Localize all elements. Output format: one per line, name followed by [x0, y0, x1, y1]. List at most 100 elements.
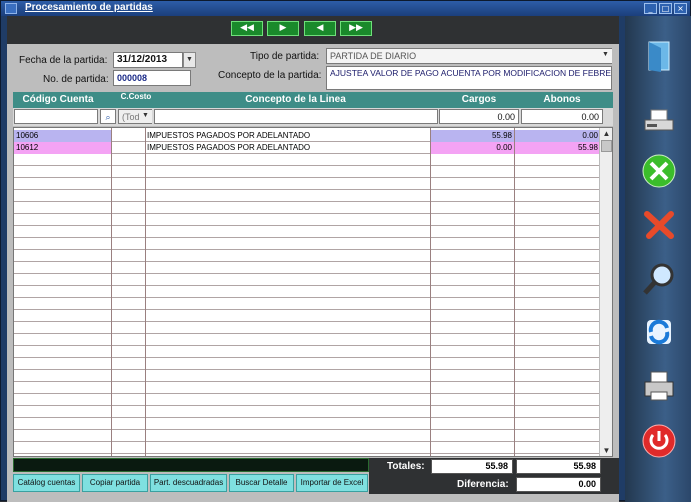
cell-abonos[interactable] [514, 418, 600, 430]
cell-costo[interactable] [111, 418, 145, 430]
cell-codigo[interactable] [14, 370, 111, 382]
cell-cargos[interactable]: 0.00 [430, 142, 514, 154]
cell-codigo[interactable] [14, 226, 111, 238]
cell-cargos[interactable] [430, 274, 514, 286]
printer-icon[interactable] [641, 368, 677, 404]
cell-abonos[interactable] [514, 382, 600, 394]
fecha-field[interactable]: 31/12/2013 [113, 52, 183, 68]
cell-abonos[interactable]: 55.98 [514, 142, 600, 154]
cell-cargos[interactable] [430, 226, 514, 238]
refresh-icon[interactable] [641, 314, 677, 350]
cell-concepto[interactable] [145, 166, 430, 178]
cell-abonos[interactable] [514, 178, 600, 190]
cell-concepto[interactable] [145, 286, 430, 298]
cell-costo[interactable] [111, 370, 145, 382]
cell-codigo[interactable] [14, 166, 111, 178]
cell-costo[interactable] [111, 358, 145, 370]
cell-cargos[interactable] [430, 382, 514, 394]
cell-costo[interactable] [111, 166, 145, 178]
power-icon[interactable] [641, 423, 677, 459]
cell-abonos[interactable] [514, 346, 600, 358]
cell-abonos[interactable] [514, 250, 600, 262]
table-row[interactable] [14, 238, 600, 250]
cell-abonos[interactable] [514, 190, 600, 202]
cell-costo[interactable] [111, 322, 145, 334]
cell-cargos[interactable] [430, 370, 514, 382]
cell-abonos[interactable] [514, 262, 600, 274]
table-row[interactable] [14, 226, 600, 238]
cell-codigo[interactable] [14, 262, 111, 274]
filter-costo-dropdown-icon[interactable]: ▼ [139, 110, 152, 123]
cell-costo[interactable] [111, 286, 145, 298]
cell-costo[interactable] [111, 382, 145, 394]
cell-cargos[interactable] [430, 430, 514, 442]
tipo-select[interactable]: PARTIDA DE DIARIO [326, 48, 612, 64]
delete-icon[interactable] [641, 206, 677, 242]
lines-grid[interactable]: 10606 IMPUESTOS PAGADOS POR ADELANTADO 55.… [13, 127, 613, 457]
filter-codigo-input[interactable] [14, 109, 98, 124]
cell-concepto[interactable] [145, 214, 430, 226]
cell-concepto[interactable]: IMPUESTOS PAGADOS POR ADELANTADO [145, 142, 430, 154]
grid-scrollbar[interactable]: ▲ ▼ [599, 128, 612, 456]
cell-cargos[interactable] [430, 190, 514, 202]
no-partida-field[interactable]: 000008 [113, 70, 191, 86]
cell-concepto[interactable] [145, 358, 430, 370]
nav-last-button[interactable]: ▶▶ [340, 21, 372, 36]
cell-codigo[interactable] [14, 202, 111, 214]
minimize-button[interactable]: _ [644, 3, 657, 14]
cell-concepto[interactable] [145, 310, 430, 322]
cell-codigo[interactable] [14, 154, 111, 166]
cell-cargos[interactable] [430, 178, 514, 190]
cell-concepto[interactable]: IMPUESTOS PAGADOS POR ADELANTADO [145, 130, 430, 142]
cell-abonos[interactable] [514, 286, 600, 298]
table-row[interactable] [14, 310, 600, 322]
nav-first-button[interactable]: ◀◀ [231, 21, 263, 36]
cell-abonos[interactable] [514, 430, 600, 442]
cell-codigo[interactable] [14, 394, 111, 406]
cell-codigo[interactable] [14, 190, 111, 202]
cell-codigo[interactable]: 10612 [14, 142, 111, 154]
cell-concepto[interactable] [145, 274, 430, 286]
cell-abonos[interactable] [514, 358, 600, 370]
cell-codigo[interactable]: 10606 [14, 130, 111, 142]
cell-costo[interactable] [111, 190, 145, 202]
cell-codigo[interactable] [14, 322, 111, 334]
cell-cargos[interactable] [430, 418, 514, 430]
cell-codigo[interactable] [14, 442, 111, 454]
cell-codigo[interactable] [14, 310, 111, 322]
copiar-partida-button[interactable]: Copiar partida [82, 474, 148, 492]
table-row[interactable] [14, 394, 600, 406]
cell-codigo[interactable] [14, 418, 111, 430]
table-row[interactable] [14, 274, 600, 286]
cell-abonos[interactable]: 0.00 [514, 130, 600, 142]
cell-costo[interactable] [111, 346, 145, 358]
table-row[interactable] [14, 286, 600, 298]
cell-costo[interactable] [111, 430, 145, 442]
cell-concepto[interactable] [145, 298, 430, 310]
cell-costo[interactable] [111, 274, 145, 286]
cell-abonos[interactable] [514, 298, 600, 310]
cell-abonos[interactable] [514, 202, 600, 214]
cell-abonos[interactable] [514, 214, 600, 226]
cell-concepto[interactable] [145, 334, 430, 346]
table-row[interactable] [14, 418, 600, 430]
cell-codigo[interactable] [14, 250, 111, 262]
cell-abonos[interactable] [514, 322, 600, 334]
cell-costo[interactable] [111, 298, 145, 310]
cell-cargos[interactable] [430, 250, 514, 262]
cell-costo[interactable] [111, 442, 145, 454]
cell-abonos[interactable] [514, 274, 600, 286]
table-row[interactable] [14, 202, 600, 214]
nav-next-button[interactable]: ▶ [267, 21, 299, 36]
tipo-dropdown-icon[interactable]: ▼ [599, 49, 612, 63]
cell-concepto[interactable] [145, 382, 430, 394]
table-row[interactable] [14, 190, 600, 202]
cell-cargos[interactable]: 55.98 [430, 130, 514, 142]
cell-costo[interactable] [111, 250, 145, 262]
search-icon[interactable] [641, 261, 677, 297]
scroll-down-icon[interactable]: ▼ [601, 446, 612, 455]
cell-cargos[interactable] [430, 310, 514, 322]
concepto-field[interactable]: AJUSTEA VALOR DE PAGO ACUENTA POR MODIFI… [326, 66, 612, 90]
table-row[interactable] [14, 262, 600, 274]
table-row[interactable] [14, 430, 600, 442]
